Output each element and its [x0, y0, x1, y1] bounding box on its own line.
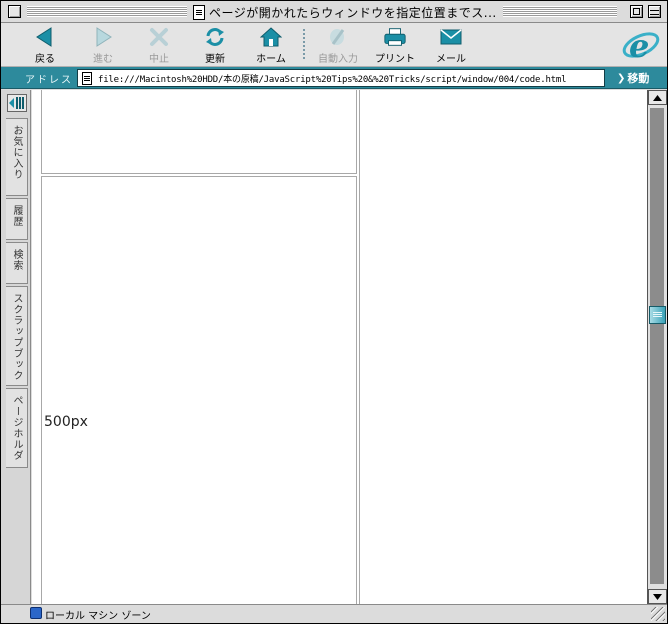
stop-label: 中止: [149, 54, 169, 65]
home-button[interactable]: ホーム: [243, 25, 299, 65]
scroll-thumb[interactable]: [649, 306, 666, 324]
resize-grip[interactable]: [651, 607, 665, 621]
scroll-down-arrow-icon: [653, 593, 662, 600]
svg-text:e: e: [629, 27, 649, 65]
sidebar-tab-favorites[interactable]: お気に入り: [6, 118, 28, 196]
print-label: プリント: [375, 54, 415, 65]
page-document-icon: [82, 71, 92, 85]
mail-envelope-icon: [439, 25, 463, 49]
refresh-button[interactable]: 更新: [187, 25, 243, 65]
toolbar-separator: [303, 29, 305, 59]
frame-right: [359, 90, 647, 604]
sidebar-tab-label: スクラップブック: [11, 293, 22, 381]
print-button[interactable]: プリント: [367, 25, 423, 65]
sidebar-tab-search[interactable]: 検索: [6, 242, 28, 284]
go-arrow-icon: ❯: [617, 72, 626, 84]
sidebar-tab-label: ページホルダ: [11, 395, 22, 461]
internet-explorer-logo-icon: e: [621, 25, 661, 65]
scroll-up-arrow-icon: [653, 94, 662, 101]
autofill-pen-icon: [326, 25, 350, 49]
address-input[interactable]: file:///Macintosh%20HDD/本の原稿/JavaScript%…: [77, 69, 605, 87]
refresh-icon: [203, 25, 227, 49]
mail-label: メール: [436, 54, 466, 65]
page-content[interactable]: 500px: [32, 90, 647, 604]
toolbar: 戻る 進む 中止 更新 ホーム 自動入力 プリント メール e: [1, 23, 667, 67]
forward-label: 進む: [93, 54, 113, 65]
back-label: 戻る: [35, 54, 55, 65]
home-label: ホーム: [256, 54, 286, 65]
collapse-box[interactable]: [648, 5, 661, 18]
stop-x-icon: [147, 25, 171, 49]
printer-icon: [383, 25, 407, 49]
go-label: 移動: [627, 72, 650, 85]
close-box[interactable]: [8, 5, 21, 18]
address-bar: アドレス : file:///Macintosh%20HDD/本の原稿/Java…: [1, 67, 667, 89]
title-bar[interactable]: ページが開かれたらウィンドウを指定位置までス...: [1, 1, 667, 23]
scroll-down-button[interactable]: [648, 589, 667, 604]
security-zone-text: ローカル マシン ゾーン: [45, 611, 151, 622]
zoom-box[interactable]: [630, 5, 643, 18]
sidebar-tab-label: 履歴: [11, 205, 22, 227]
forward-arrow-icon: [91, 25, 115, 49]
window-title-group: ページが開かれたらウィンドウを指定位置までス...: [187, 3, 503, 21]
home-icon: [259, 25, 283, 49]
frame-bottom-left: 500px: [41, 176, 357, 604]
explorer-bar-toggle[interactable]: [7, 94, 27, 112]
address-label: アドレス :: [25, 75, 84, 86]
sidebar-tab-history[interactable]: 履歴: [6, 198, 28, 240]
vertical-scrollbar[interactable]: [647, 90, 667, 604]
frame-top-left: [41, 90, 357, 174]
explorer-bar: お気に入り 履歴 検索 スクラップブック ページホルダ: [1, 90, 31, 604]
mail-button[interactable]: メール: [423, 25, 479, 65]
sidebar-tab-page-holder[interactable]: ページホルダ: [6, 388, 28, 468]
scroll-track[interactable]: [650, 108, 664, 584]
forward-button[interactable]: 進む: [75, 25, 131, 65]
document-icon: [193, 4, 205, 20]
refresh-label: 更新: [205, 54, 225, 65]
stop-button[interactable]: 中止: [131, 25, 187, 65]
back-button[interactable]: 戻る: [17, 25, 73, 65]
computer-zone-icon: [30, 607, 42, 619]
frame-height-label: 500px: [44, 414, 88, 430]
scroll-up-button[interactable]: [648, 90, 667, 105]
status-bar: ローカル マシン ゾーン: [1, 604, 667, 623]
sidebar-toggle-icon: [9, 97, 24, 109]
autofill-label: 自動入力: [318, 54, 358, 65]
address-url: file:///Macintosh%20HDD/本の原稿/JavaScript%…: [98, 74, 567, 85]
browser-window: ページが開かれたらウィンドウを指定位置までス... 戻る 進む 中止 更新 ホー…: [0, 0, 668, 624]
sidebar-tab-label: 検索: [11, 249, 22, 271]
sidebar-tab-label: お気に入り: [11, 125, 22, 180]
back-arrow-icon: [33, 25, 57, 49]
window-title: ページが開かれたらウィンドウを指定位置までス...: [209, 5, 497, 20]
go-button[interactable]: ❯ 移動: [617, 69, 649, 87]
sidebar-tab-scrapbook[interactable]: スクラップブック: [6, 286, 28, 386]
autofill-button[interactable]: 自動入力: [310, 25, 366, 65]
